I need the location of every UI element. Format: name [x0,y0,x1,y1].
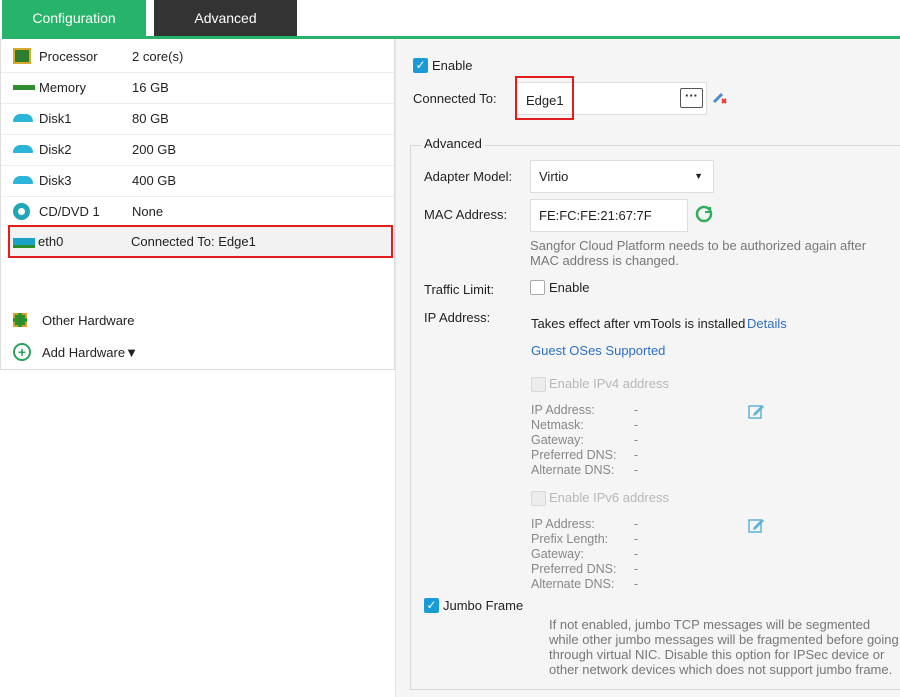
ipv6-prefix-label: Prefix Length: [531,532,609,546]
ipv6-alternate-dns-value: - [634,577,639,591]
hardware-name: Disk2 [39,142,72,157]
ipv6-gateway-label: Gateway: [531,547,584,561]
connected-to-value: Edge1 [526,93,564,108]
ipv6-preferred-dns-label: Preferred DNS: [531,562,617,576]
jumbo-frame-label: Jumbo Frame [443,598,524,613]
hardware-value: None [132,204,164,219]
refresh-icon[interactable] [693,203,715,225]
hardware-name: CD/DVD 1 [39,204,100,219]
hardware-list: Processor 2 core(s) Memory 16 GB Disk1 8… [0,39,395,370]
hardware-item-memory[interactable]: Memory 16 GB [9,72,389,103]
hardware-item-processor[interactable]: Processor 2 core(s) [9,41,389,72]
hardware-item-disk1[interactable]: Disk1 80 GB [9,103,389,134]
jumbo-frame-checkbox[interactable]: ✓ [424,598,439,613]
add-icon: + [13,343,31,361]
edit-ipv4-icon[interactable] [748,403,766,419]
enable-ipv4-label: Enable IPv4 address [549,376,669,391]
ipv4-netmask-value: - [634,418,639,432]
details-link[interactable]: Details [747,316,787,331]
hardware-value: 16 GB [132,80,169,95]
enable-ipv4-checkbox[interactable] [531,377,546,392]
adapter-model-value: Virtio [539,169,569,184]
hardware-name: Disk3 [39,173,72,188]
mac-address-value: FE:FC:FE:21:67:7F [539,208,652,223]
hardware-name: eth0 [38,234,64,249]
ipv4-alternate-dns-value: - [634,463,639,477]
edit-ipv6-icon[interactable] [748,517,766,533]
ipv4-gateway-value: - [634,433,639,447]
enable-checkbox[interactable]: ✓ [413,58,428,73]
ipv6-gateway-value: - [634,547,639,561]
ipv4-preferred-dns-label: Preferred DNS: [531,448,617,462]
hardware-item-disk3[interactable]: Disk3 400 GB [9,165,389,196]
advanced-legend: Advanced [421,136,485,151]
adapter-model-label: Adapter Model: [424,169,513,184]
enable-ipv6-label: Enable IPv6 address [549,490,669,505]
hardware-name: Memory [39,80,86,95]
hardware-value: Connected To: Edge1 [131,234,256,249]
hardware-value: 400 GB [132,173,177,188]
ipv4-netmask-label: Netmask: [531,418,584,432]
chip-icon [13,313,27,327]
mac-address-input[interactable]: FE:FC:FE:21:67:7F [530,199,688,232]
ipv6-prefix-value: - [634,532,639,546]
ipv6-ip-label: IP Address: [531,517,595,531]
ipv6-ip-value: - [634,517,639,531]
ip-takes-effect-note: Takes effect after vmTools is installed [531,316,746,331]
other-hardware[interactable]: Other Hardware [9,305,389,336]
add-hardware-label: Add Hardware▼ [42,345,138,360]
enable-label: Enable [432,58,473,73]
connected-to-label: Connected To: [413,91,497,106]
ip-address-label: IP Address: [424,310,491,325]
disk-icon [13,176,33,184]
network-card-icon [13,238,35,248]
guest-os-supported-link[interactable]: Guest OSes Supported [531,343,665,358]
hardware-item-cddvd[interactable]: CD/DVD 1 None [9,196,389,227]
hardware-name: Disk1 [39,111,72,126]
ipv4-gateway-label: Gateway: [531,433,584,447]
ipv4-ip-value: - [634,403,639,417]
mac-address-label: MAC Address: [424,207,508,222]
ipv4-ip-label: IP Address: [531,403,595,417]
processor-icon [13,48,31,64]
hardware-value: 200 GB [132,142,177,157]
disk-icon [13,114,33,122]
hardware-item-disk2[interactable]: Disk2 200 GB [9,134,389,165]
other-hardware-label: Other Hardware [42,313,135,328]
enable-ipv6-checkbox[interactable] [531,491,546,506]
hardware-item-eth0[interactable]: eth0 Connected To: Edge1 [8,225,393,258]
browse-button[interactable]: ··· [680,88,703,108]
cd-dvd-icon [13,203,30,220]
traffic-limit-enable-label: Enable [549,280,590,295]
mac-note: Sangfor Cloud Platform needs to be autho… [530,238,867,268]
disconnect-icon[interactable] [711,88,729,106]
chevron-down-icon: ▼ [694,171,703,181]
add-hardware-button[interactable]: + Add Hardware▼ [9,337,389,368]
adapter-model-select[interactable]: Virtio ▼ [530,160,714,193]
hardware-value: 80 GB [132,111,169,126]
hardware-value: 2 core(s) [132,49,184,64]
ipv6-preferred-dns-value: - [634,562,639,576]
disk-icon [13,145,33,153]
tab-configuration[interactable]: Configuration [2,0,146,36]
jumbo-frame-note: If not enabled, jumbo TCP messages will … [549,617,899,677]
memory-icon [13,85,35,90]
traffic-limit-label: Traffic Limit: [424,282,495,297]
ipv4-alternate-dns-label: Alternate DNS: [531,463,615,477]
tab-advanced[interactable]: Advanced [154,0,297,36]
ipv6-alternate-dns-label: Alternate DNS: [531,577,615,591]
traffic-limit-checkbox[interactable] [530,280,545,295]
ipv4-preferred-dns-value: - [634,448,639,462]
hardware-name: Processor [39,49,98,64]
